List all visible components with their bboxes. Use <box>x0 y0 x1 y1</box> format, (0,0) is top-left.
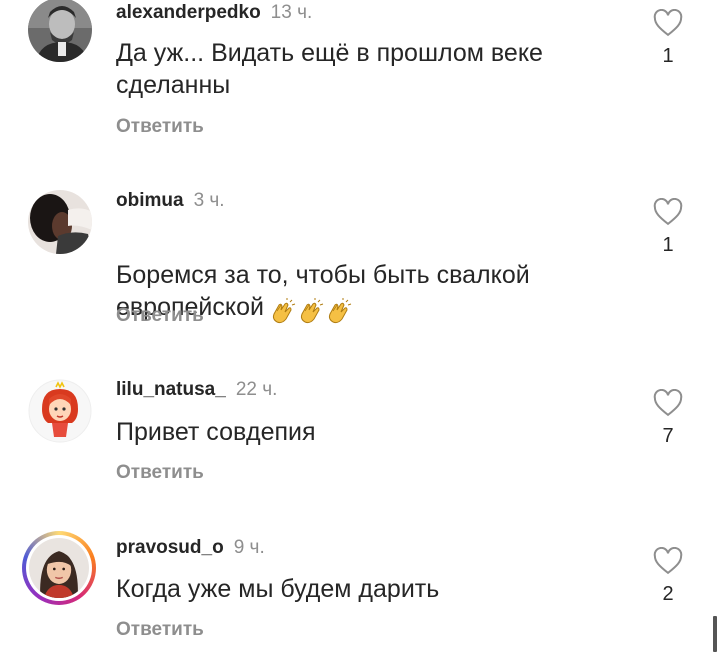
like-area: 7 <box>648 389 688 448</box>
avatar[interactable] <box>28 0 92 62</box>
clapping-hands-icon <box>272 298 296 324</box>
timestamp: 22 ч. <box>235 379 278 400</box>
dark-portrait-avatar <box>28 190 92 254</box>
woman-portrait-avatar <box>29 538 89 598</box>
username[interactable]: alexanderpedko <box>116 2 261 23</box>
comment-text: Привет совдепия <box>116 418 316 446</box>
like-count: 1 <box>662 45 674 67</box>
cartoon-girl-avatar <box>28 379 92 443</box>
reply-button[interactable]: Ответить <box>116 305 204 327</box>
emoji-sequence <box>268 295 352 327</box>
clapping-hands-icon <box>328 298 352 324</box>
timestamp: 9 ч. <box>233 537 265 558</box>
heart-icon[interactable] <box>653 547 683 575</box>
comment-text: Когда уже мы будем дарить <box>116 575 440 603</box>
reply-button[interactable]: Ответить <box>116 462 204 484</box>
username[interactable]: obimua <box>116 190 184 211</box>
timestamp: 13 ч. <box>270 2 313 23</box>
like-area: 2 <box>648 547 688 606</box>
comment-list: alexanderpedko 13 ч. Да уж... Видать ещё … <box>0 0 720 654</box>
scrollbar[interactable] <box>713 616 717 652</box>
avatar[interactable] <box>28 379 92 443</box>
avatar[interactable] <box>28 190 92 254</box>
like-count: 1 <box>662 234 674 256</box>
reply-button[interactable]: Ответить <box>116 619 204 641</box>
username[interactable]: lilu_natusa_ <box>116 379 226 400</box>
timestamp: 3 ч. <box>193 190 225 211</box>
like-area: 1 <box>648 9 688 68</box>
like-area: 1 <box>648 198 688 257</box>
like-count: 7 <box>662 425 674 447</box>
man-portrait-avatar <box>28 0 92 62</box>
heart-icon[interactable] <box>653 198 683 226</box>
like-count: 2 <box>662 583 674 605</box>
reply-button[interactable]: Ответить <box>116 116 204 138</box>
comment-text: Да уж... Видать ещё в прошлом веке сдела… <box>116 39 543 99</box>
username[interactable]: pravosud_o <box>116 537 224 558</box>
heart-icon[interactable] <box>653 9 683 37</box>
heart-icon[interactable] <box>653 389 683 417</box>
avatar[interactable] <box>22 531 96 605</box>
clapping-hands-icon <box>300 298 324 324</box>
